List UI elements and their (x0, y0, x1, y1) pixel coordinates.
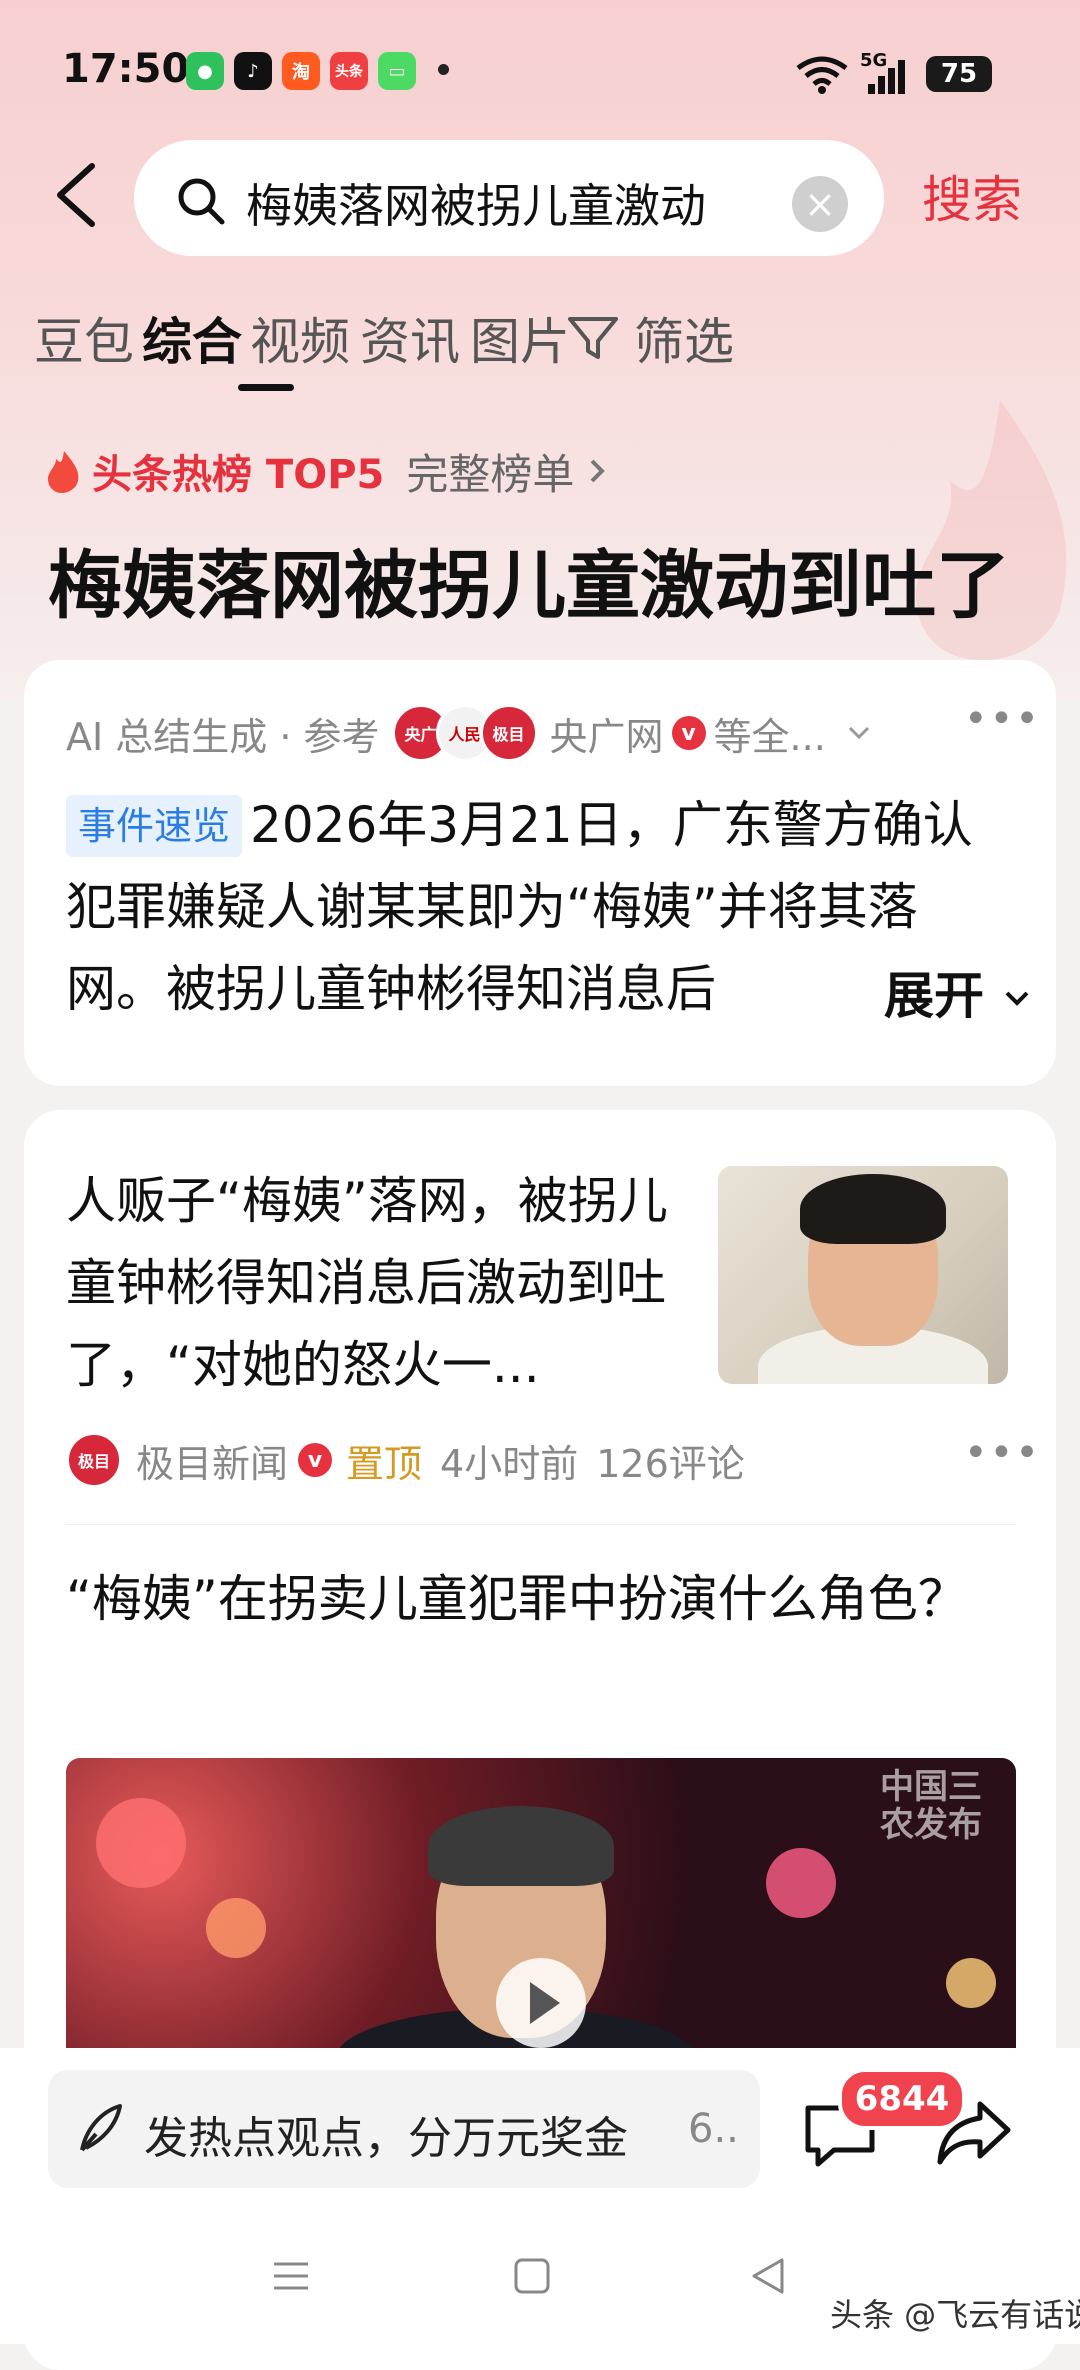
wechat-icon: ● (186, 52, 224, 90)
bokeh-light (96, 1798, 186, 1888)
pinned-badge: 置顶 (346, 1441, 423, 1486)
toutiao-icon: 头条 (330, 52, 368, 90)
menu-icon[interactable] (270, 2256, 312, 2296)
jimu-logo-icon: 极目 (479, 704, 538, 762)
ai-summary-card[interactable]: AI 总结生成 · 参考 央广 人民 极目 央广网 v 等全... ••• 事件… (24, 660, 1056, 1086)
ai-summary-label: AI 总结生成 · 参考 (66, 714, 380, 759)
battery-icon: 75 (926, 56, 992, 92)
source-name: 央广网 (549, 714, 664, 759)
filter-icon (568, 317, 618, 359)
tab-video[interactable]: 视频 (250, 302, 350, 374)
expand-label: 展开 (884, 967, 984, 1025)
back-arrow-icon[interactable] (48, 160, 104, 230)
tab-doubao[interactable]: 豆包 (34, 302, 134, 374)
thumbnail-hair (800, 1174, 946, 1244)
filter-button[interactable]: 筛选 (566, 302, 734, 374)
back-nav-icon[interactable] (748, 2256, 788, 2296)
comment-placeholder: 发热点观点，分万元奖金 (144, 2113, 628, 2164)
source-logos: 央广 人民 极目 (391, 704, 538, 762)
video-person-hair (428, 1806, 614, 1886)
bokeh-light (766, 1848, 836, 1918)
search-button[interactable]: 搜索 (922, 160, 1022, 232)
news-comments: 126评论 (596, 1441, 745, 1486)
comment-input[interactable]: 发热点观点，分万元奖金 6.. (48, 2070, 760, 2188)
search-input[interactable]: 梅姨落网被拐儿童激动 (246, 170, 746, 230)
video-thumbnail[interactable]: 中国三农发布 (66, 1758, 1016, 2088)
share-icon[interactable] (934, 2096, 1014, 2170)
full-list-link[interactable]: 完整榜单 (406, 441, 574, 502)
search-box[interactable]: 梅姨落网被拐儿童激动 × (134, 140, 884, 256)
event-tag: 事件速览 (66, 795, 243, 857)
chevron-down-icon[interactable] (844, 718, 874, 748)
news-title[interactable]: “梅姨”在拐卖儿童犯罪中扮演什么角色？ (66, 1558, 1016, 1640)
signal-icon (868, 60, 905, 94)
expand-button[interactable]: 展开 (844, 956, 1034, 1028)
chevron-right-icon (590, 459, 606, 483)
watermark: 头条 @飞云有话说 (830, 2296, 1080, 2334)
tab-news[interactable]: 资讯 (360, 302, 460, 374)
hotlist-row[interactable]: 头条热榜 TOP5 完整榜单 (46, 446, 610, 499)
play-icon[interactable] (496, 1958, 586, 2048)
verified-icon: v (298, 1443, 333, 1477)
comment-placeholder-more: 6.. (688, 2106, 739, 2152)
message-icon: ▭ (378, 52, 416, 90)
source-more: 等全... (713, 714, 826, 759)
more-options-icon[interactable]: ••• (964, 696, 1041, 742)
douyin-icon: ♪ (234, 52, 272, 90)
hotlist-headline[interactable]: 梅姨落网被拐儿童激动到吐了 (48, 526, 1010, 633)
news-title[interactable]: 人贩子“梅姨”落网，被拐儿童钟彬得知消息后激动到吐了，“对她的怒火一... (66, 1160, 706, 1406)
news-source[interactable]: 极目新闻 (136, 1433, 288, 1488)
search-icon (178, 178, 225, 225)
clear-search-icon[interactable]: × (792, 176, 848, 232)
notification-dot-icon (438, 64, 449, 75)
tab-general[interactable]: 综合 (142, 302, 242, 374)
news-thumbnail[interactable] (718, 1166, 1008, 1384)
pen-icon (80, 2104, 122, 2152)
more-options-icon[interactable]: ••• (964, 1430, 1041, 1476)
status-bar: 17:50 ● ♪ 淘 头条 ▭ 5G 75 (0, 0, 1080, 150)
video-watermark: 中国三农发布 (880, 1767, 982, 1845)
filter-label: 筛选 (634, 313, 734, 371)
hotlist-label: 头条热榜 TOP5 (92, 452, 385, 498)
bokeh-light (946, 1958, 996, 2008)
active-tab-indicator (238, 384, 294, 391)
ai-summary-meta: AI 总结生成 · 参考 央广 人民 极目 央广网 v 等全... (66, 704, 874, 762)
tab-images[interactable]: 图片 (470, 302, 570, 374)
news-time: 4小时前 (440, 1441, 579, 1486)
taobao-icon: 淘 (282, 52, 320, 90)
divider (66, 1524, 1016, 1525)
fire-icon (48, 451, 79, 493)
status-time: 17:50 (62, 46, 190, 92)
home-icon[interactable] (512, 2256, 552, 2296)
jimu-news-logo-icon: 极目 (66, 1432, 122, 1488)
verified-icon: v (671, 716, 706, 750)
wifi-icon (796, 56, 848, 94)
news-meta: 极目 极目新闻 v 置顶 4小时前 126评论 (66, 1432, 745, 1488)
bokeh-light (206, 1898, 266, 1958)
expand-chevron-icon (1006, 991, 1029, 1006)
